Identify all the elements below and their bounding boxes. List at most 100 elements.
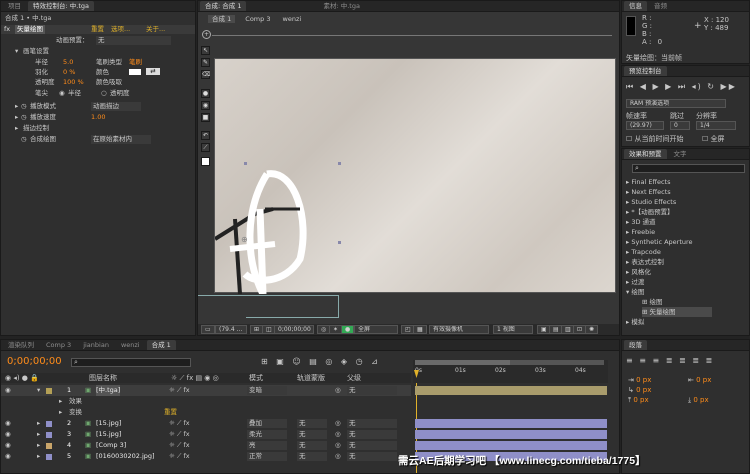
layer-switches[interactable]: ☼ ⟋ fx — [169, 429, 190, 440]
tab-project[interactable]: 项目 — [3, 1, 26, 11]
draft3d-icon[interactable]: ▣ — [276, 357, 287, 366]
speed-twirl-icon[interactable]: ▸ — [15, 113, 18, 122]
opacity-value[interactable]: 100 % — [63, 78, 84, 87]
indent-left[interactable]: ⇥ 0 px — [628, 376, 651, 384]
stopwatch-icon[interactable]: ◷ — [21, 102, 27, 111]
effects-list-item[interactable]: ▸ Studio Effects — [626, 197, 676, 207]
tab-preview[interactable]: 预览控制台 — [624, 66, 667, 76]
justify-left-icon[interactable]: ≣ — [666, 356, 675, 365]
brainstorm-icon[interactable]: ◈ — [341, 357, 350, 366]
visibility-eye-icon[interactable]: ◉ — [5, 385, 11, 396]
layer-name[interactable]: [0160030202.jpg] — [96, 451, 155, 462]
play-icon[interactable]: ▶ — [652, 82, 660, 91]
layer-mode-dropdown[interactable]: 变暗 — [247, 386, 287, 395]
layer-name[interactable]: [中.tga] — [96, 385, 121, 396]
twirl-layer-icon[interactable]: ▸ — [37, 418, 40, 429]
effects-list-item[interactable]: ▸ 风格化 — [626, 267, 651, 277]
effects-list-item[interactable]: ▸ Trapcode — [626, 247, 661, 257]
layer-mode-dropdown[interactable]: 叠加 — [247, 419, 287, 428]
layer-name[interactable]: [15.jpg] — [96, 418, 121, 429]
tab-info[interactable]: 信息 — [624, 1, 647, 11]
from-current-checkbox[interactable]: ☐ 从当前时间开始 — [626, 134, 684, 144]
tab-effects-presets[interactable]: 效果和预置 — [624, 149, 667, 159]
visibility-eye-icon[interactable]: ◉ — [5, 429, 11, 440]
views-dropdown[interactable]: 1 视图 — [493, 325, 533, 334]
crumb-comp1[interactable]: 合成 1 — [208, 15, 236, 23]
effects-list-item[interactable]: ▸ 表达式控制 — [626, 257, 664, 267]
layer-switches[interactable]: ☼ ⟋ fx — [169, 385, 190, 396]
indent-first[interactable]: ↳ 0 px — [628, 386, 651, 394]
tab-text[interactable]: 文字 — [669, 149, 692, 159]
timecode-field[interactable]: 0;00;00;00 — [274, 325, 314, 334]
color-box-icon[interactable] — [201, 157, 210, 166]
layer-mode-dropdown[interactable]: 柔光 — [247, 430, 287, 439]
tab-footage[interactable]: 素材: 中.tga — [318, 1, 364, 11]
parent-pick-icon[interactable]: ◎ — [335, 451, 341, 462]
space-before-value[interactable]: 0 px — [633, 396, 648, 404]
layer-name[interactable]: [15.jpg] — [96, 429, 121, 440]
transform-twirl-icon[interactable]: ▸ — [59, 407, 62, 418]
anchor-handle[interactable] — [338, 241, 341, 244]
shape-twirl-icon[interactable]: ▸ — [15, 124, 18, 133]
composite-dropdown[interactable]: 在原始素材内 — [91, 135, 151, 144]
twirl-layer-icon[interactable]: ▾ — [37, 385, 40, 396]
parent-pick-icon[interactable]: ◎ — [335, 418, 341, 429]
color-swatch[interactable] — [129, 69, 141, 75]
effects-list-item[interactable]: ▸ Next Effects — [626, 187, 671, 197]
layer-trkmat-dropdown[interactable]: 无 — [297, 419, 327, 428]
ram-preview-icon[interactable]: ▶▶ — [721, 82, 737, 91]
current-time-indicator[interactable] — [414, 370, 419, 378]
camera-dropdown[interactable]: 有效摄像机 — [429, 325, 489, 334]
space-after[interactable]: ⤓ 0 px — [688, 396, 709, 405]
layer-name[interactable]: [Comp 3] — [96, 440, 126, 451]
layer-label-color[interactable] — [46, 388, 52, 394]
anchor-handle[interactable] — [338, 162, 341, 165]
undo-icon[interactable]: ↶ — [201, 131, 210, 140]
indent-left-value[interactable]: 0 px — [636, 376, 651, 384]
effect-reset-link[interactable]: 重置 — [91, 25, 104, 34]
work-area-end[interactable] — [510, 360, 604, 365]
ram-preview-dropdown[interactable]: RAM 预演选项 — [626, 99, 726, 108]
exposure-icon[interactable]: ✺ — [585, 325, 599, 334]
layer-parent-dropdown[interactable]: 无 — [347, 430, 397, 439]
align-left-icon[interactable]: ≡ — [626, 356, 635, 365]
effect-icon[interactable]: ⊞ — [642, 298, 650, 306]
motion-blur-icon[interactable]: ◎ — [325, 357, 335, 366]
radius-value[interactable]: 5.0 — [63, 58, 73, 67]
layer-label-color[interactable] — [46, 421, 52, 427]
effects-subrow[interactable]: ▸ 效果 — [1, 396, 411, 407]
brush-settings-row[interactable]: ▾ 画笔设置 — [1, 47, 195, 56]
eyedropper-icon[interactable]: ⇄ — [146, 68, 160, 75]
last-frame-icon[interactable]: ⏭ — [678, 82, 687, 91]
fullscreen-checkbox[interactable]: ☐ 全屏 — [702, 134, 725, 144]
tab-wenzi[interactable]: wenzi — [116, 340, 145, 350]
parent-pick-icon[interactable]: ◎ — [335, 440, 341, 451]
layer-row[interactable]: ◉ ▸ 2 ▣ [15.jpg] ☼ ⟋ fx 叠加 无 ◎ 无 — [1, 418, 411, 429]
speed-stopwatch-icon[interactable]: ◷ — [21, 113, 27, 122]
indent-right[interactable]: ⇤ 0 px — [688, 376, 711, 384]
timeline-timecode[interactable]: 0;00;00;00 — [7, 356, 62, 367]
visibility-eye-icon[interactable]: ◉ — [5, 440, 11, 451]
tab-comp1[interactable]: 合成 1 — [146, 340, 176, 350]
layer-label-color[interactable] — [46, 432, 52, 438]
square-brush-icon[interactable]: ■ — [201, 113, 210, 122]
justify-all-icon[interactable]: ≣ — [706, 356, 715, 365]
eyedropper-tool-icon[interactable]: ⟋ — [201, 143, 210, 152]
comp-viewer-canvas[interactable]: ⊕ — [214, 58, 616, 294]
space-after-value[interactable]: 0 px — [693, 396, 708, 404]
layer-mode-dropdown[interactable]: 亮 — [247, 441, 287, 450]
anchor-point-icon[interactable]: ⊕ — [241, 235, 248, 244]
opacity-radio-icon[interactable]: ○ — [101, 89, 107, 98]
crumb-wenzi[interactable]: wenzi — [283, 15, 302, 23]
indent-first-value[interactable]: 0 px — [636, 386, 651, 394]
radius-radio-icon[interactable]: ◉ — [59, 89, 65, 98]
graph-editor-icon[interactable]: ◷ — [356, 357, 366, 366]
parent-pick-icon[interactable]: ◎ — [335, 429, 341, 440]
layer-mode-dropdown[interactable]: 正常 — [247, 452, 287, 461]
tab-render-queue[interactable]: 渲染队列 — [3, 340, 39, 350]
indent-right-value[interactable]: 0 px — [696, 376, 711, 384]
layer-duration-bar[interactable] — [415, 430, 607, 439]
visibility-eye-icon[interactable]: ◉ — [5, 418, 11, 429]
small-brush-icon[interactable]: ● — [201, 89, 210, 98]
layer-row[interactable]: ◉ ▸ 5 ▣ [0160030202.jpg] ☼ ⟋ fx 正常 无 ◎ 无 — [1, 451, 411, 462]
